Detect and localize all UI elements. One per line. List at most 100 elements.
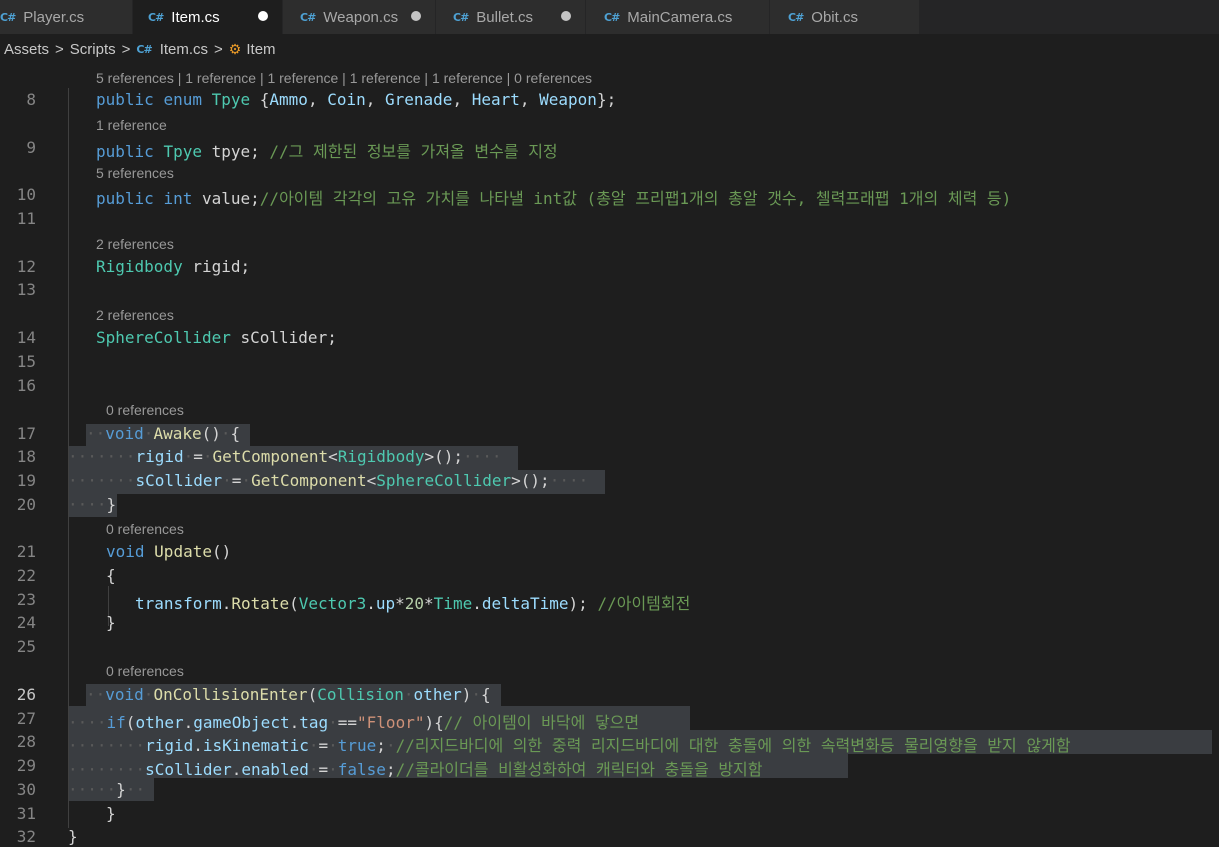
code-line-31: } xyxy=(106,804,116,823)
comment: //아이템회전 xyxy=(597,594,691,613)
codelens-references[interactable]: 0 references xyxy=(106,402,184,418)
type-name: Vector3 xyxy=(298,594,367,613)
tab-label: Bullet.cs xyxy=(476,8,533,26)
tab-bar: C# Player.cs C# Item.cs C# Weapon.cs C# … xyxy=(0,0,1219,34)
tab-label: Obit.cs xyxy=(811,8,858,26)
codelens-references[interactable]: 5 references | 1 reference | 1 reference… xyxy=(96,70,592,86)
line-number: 16 xyxy=(16,376,36,395)
codelens-references[interactable]: 1 reference xyxy=(96,117,167,133)
codelens-references[interactable]: 0 references xyxy=(106,663,184,679)
identifier: up xyxy=(375,594,396,613)
codelens-references[interactable]: 2 references xyxy=(96,307,174,323)
line-number: 20 xyxy=(16,495,36,514)
function-name: Rotate xyxy=(231,594,290,613)
breadcrumb-symbol[interactable]: Item xyxy=(246,41,275,58)
keyword: int xyxy=(163,189,193,208)
keyword: public xyxy=(96,142,154,161)
unsaved-dot-icon[interactable] xyxy=(411,11,421,21)
tab-item[interactable]: C# Item.cs xyxy=(133,0,283,34)
code-line-20: ····} xyxy=(68,495,117,514)
line-number: 11 xyxy=(16,209,36,228)
identifier: sCollider xyxy=(240,328,328,347)
code-editor[interactable]: 8 9 10 11 12 13 14 15 16 17 18 19 20 21 … xyxy=(0,64,1219,847)
code-line-18: ·······rigid·=·GetComponent<Rigidbody>()… xyxy=(68,447,502,466)
function-name: OnCollisionEnter xyxy=(153,685,308,704)
code-line-9: public Tpye tpye; //그 제한된 정보를 가져올 변수를 지정 xyxy=(96,142,558,161)
code-line-10: public int value;//아이템 각각의 고유 가치를 나타낼 in… xyxy=(96,189,1012,208)
codelens-references[interactable]: 0 references xyxy=(106,521,184,537)
line-number: 8 xyxy=(26,90,36,109)
code-line-21: void Update() xyxy=(106,542,232,561)
line-number: 18 xyxy=(16,447,36,466)
breadcrumb-assets[interactable]: Assets xyxy=(4,41,49,58)
keyword: void xyxy=(105,685,144,704)
tab-label: Weapon.cs xyxy=(323,8,399,26)
tab-obit[interactable]: C# Obit.cs xyxy=(770,0,920,34)
enum-member: Coin xyxy=(327,90,366,109)
keyword: true xyxy=(337,736,377,755)
code-line-24: } xyxy=(106,613,116,632)
csharp-file-icon: C# xyxy=(300,10,316,24)
line-number: 13 xyxy=(16,280,36,299)
csharp-file-icon: C# xyxy=(604,10,620,24)
breadcrumb-scripts[interactable]: Scripts xyxy=(70,41,116,58)
tab-weapon[interactable]: C# Weapon.cs xyxy=(283,0,436,34)
csharp-file-icon: C# xyxy=(788,10,804,24)
code-line-26: ··void·OnCollisionEnter(Collision·other)… xyxy=(86,685,491,704)
tab-bullet[interactable]: C# Bullet.cs xyxy=(436,0,586,34)
type-name: Collision xyxy=(317,685,404,704)
identifier: tag xyxy=(299,713,329,732)
comment: //그 제한된 정보를 가져올 변수를 지정 xyxy=(269,142,558,161)
type-name: Rigidbody xyxy=(337,447,425,466)
line-number: 31 xyxy=(16,804,36,823)
function-name: GetComponent xyxy=(251,471,367,490)
enum-member: Grenade xyxy=(385,90,453,109)
keyword: public xyxy=(96,90,154,109)
line-number: 23 xyxy=(16,590,36,609)
identifier: sCollider xyxy=(145,760,232,779)
enum-member: Heart xyxy=(471,90,520,109)
keyword: if xyxy=(106,713,126,732)
line-number: 12 xyxy=(16,257,36,276)
code-line-28: ········rigid.isKinematic·=·true;·//리지드바… xyxy=(68,736,1071,755)
code-line-32: } xyxy=(68,827,78,846)
unsaved-dot-icon[interactable] xyxy=(561,11,571,21)
line-number: 32 xyxy=(16,827,36,846)
unsaved-dot-icon[interactable] xyxy=(258,11,268,21)
function-name: Update xyxy=(154,542,212,561)
line-number: 26 xyxy=(16,685,36,704)
type-name: Tpye xyxy=(211,90,251,109)
identifier: rigid xyxy=(145,736,194,755)
line-number: 25 xyxy=(16,637,36,656)
keyword: public xyxy=(96,189,154,208)
comment: //리지드바디에 의한 중력 리지드바디에 대한 충돌에 의한 속력변화등 물리… xyxy=(395,736,1071,755)
code-line-14: SphereCollider sCollider; xyxy=(96,328,337,347)
tab-label: Item.cs xyxy=(171,8,220,26)
breadcrumb-file[interactable]: Item.cs xyxy=(160,41,208,58)
identifier: rigid xyxy=(135,447,184,466)
codelens-references[interactable]: 5 references xyxy=(96,165,174,181)
identifier: transform xyxy=(135,594,222,613)
line-number: 28 xyxy=(16,732,36,751)
keyword: false xyxy=(337,760,386,779)
code-line-19: ·······sCollider·=·GetComponent<SphereCo… xyxy=(68,471,589,490)
code-line-30: ·····}·· xyxy=(68,780,146,799)
tab-player[interactable]: C# Player.cs xyxy=(0,0,133,34)
codelens-references[interactable]: 2 references xyxy=(96,236,174,252)
identifier: other xyxy=(413,685,462,704)
type-name: SphereCollider xyxy=(376,471,512,490)
code-line-8: public enum Tpye {Ammo, Coin, Grenade, H… xyxy=(96,90,617,109)
code-line-22: { xyxy=(106,566,116,585)
code-line-27: ····if(other.gameObject.tag·=="Floor"){/… xyxy=(68,713,640,732)
tab-maincamera[interactable]: C# MainCamera.cs xyxy=(586,0,770,34)
function-name: GetComponent xyxy=(212,447,329,466)
chevron-right-icon: > xyxy=(121,40,131,58)
type-name: SphereCollider xyxy=(96,328,231,347)
line-number: 10 xyxy=(16,185,36,204)
class-icon: ⚙ xyxy=(228,40,242,57)
csharp-file-icon: C# xyxy=(453,10,469,24)
type-name: Tpye xyxy=(163,142,202,161)
type-name: Rigidbody xyxy=(96,257,183,276)
csharp-file-icon: C# xyxy=(0,10,16,24)
comment: //콜라이더를 비활성화하여 캐릭터와 충돌을 방지함 xyxy=(395,760,763,779)
